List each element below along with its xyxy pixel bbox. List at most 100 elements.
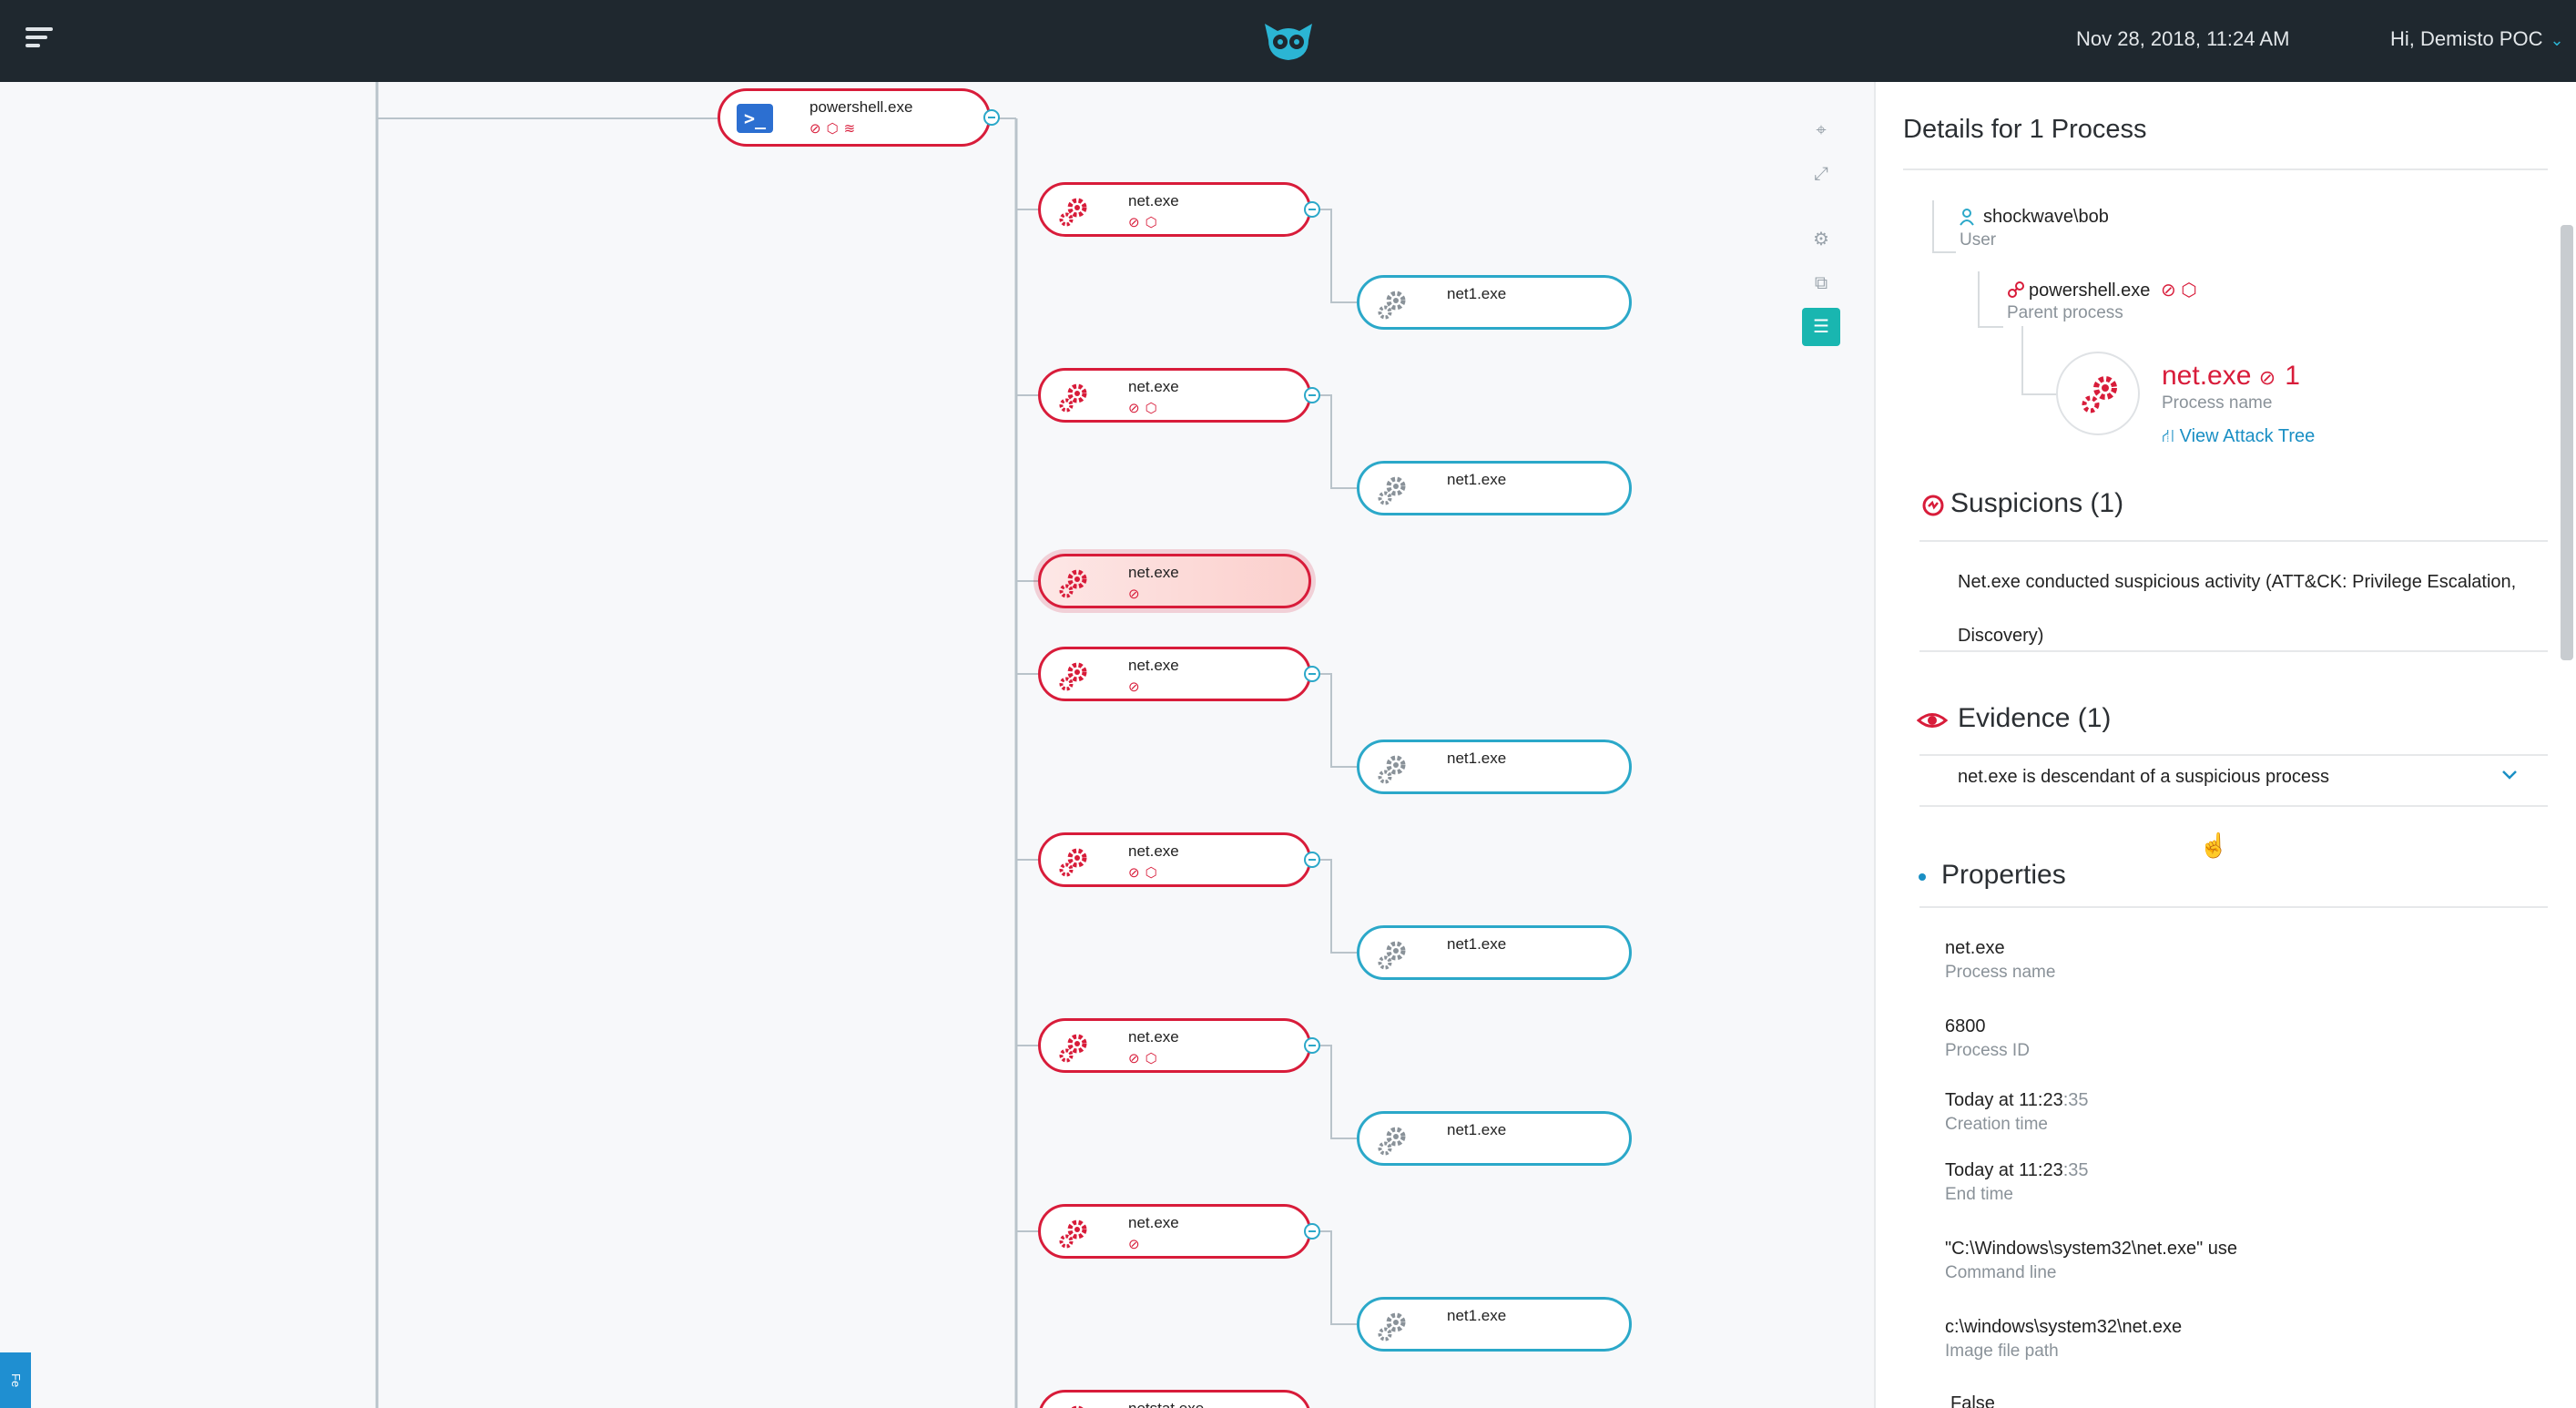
focus-icon[interactable]: ⌖: [1802, 111, 1840, 149]
gear-icon: [1059, 569, 1087, 598]
expand-icon[interactable]: ⤢: [1802, 155, 1840, 193]
property-value: False: [1950, 1393, 1995, 1408]
child-process-node-7[interactable]: net1.exe: [1357, 1297, 1632, 1352]
hamburger-menu-icon[interactable]: [25, 27, 55, 55]
eye-icon: [1917, 713, 1948, 728]
process-node-5[interactable]: net.exe ⊘⬡: [1038, 832, 1311, 887]
user-menu[interactable]: Hi, Demisto POC ⌄: [2390, 27, 2564, 51]
node-label: net1.exe: [1447, 1307, 1507, 1324]
process-name: net.exe: [2162, 361, 2252, 391]
compare-icon[interactable]: ⧉: [1802, 264, 1840, 302]
tree-icon: ⛙: [2162, 426, 2175, 446]
evidence-title[interactable]: Evidence (1): [1958, 703, 2111, 734]
suspicions-title[interactable]: Suspicions (1): [1950, 488, 2123, 519]
process-node-8[interactable]: netstat.exe: [1038, 1390, 1311, 1408]
node-badges: ⊘⬡: [1128, 1051, 1163, 1066]
view-attack-tree-link[interactable]: ⛙ View Attack Tree: [2162, 426, 2315, 449]
gear-icon: [1378, 1312, 1406, 1342]
user-name-value: shockwave\bob: [1983, 207, 2109, 227]
divider: [1919, 754, 2548, 756]
tree-connector: [2021, 326, 2058, 395]
property-value: "C:\Windows\system32\net.exe" use: [1945, 1239, 2237, 1260]
feedback-tab[interactable]: Fe: [0, 1352, 31, 1408]
divider: [1919, 906, 2548, 908]
powershell-icon: >_: [737, 104, 773, 133]
process-node-2[interactable]: net.exe ⊘⬡: [1038, 368, 1311, 423]
property-value-seconds: :35: [2062, 1090, 2089, 1110]
gear-icon: [2082, 376, 2117, 413]
property-label: Creation time: [1945, 1115, 2048, 1134]
node-badges: ⊘⬡≋: [809, 121, 861, 137]
process-node-7[interactable]: net.exe ⊘: [1038, 1204, 1311, 1259]
property-value-text: Today at 11:23: [1945, 1160, 2063, 1180]
scrollbar[interactable]: [2561, 225, 2573, 660]
process-node-1[interactable]: net.exe ⊘⬡: [1038, 182, 1311, 237]
gear-icon: [1059, 1034, 1087, 1063]
property-value-text: "C:\Windows\system32\net.exe" use: [1945, 1239, 2237, 1259]
parent-process-name: powershell.exe: [2029, 281, 2151, 301]
collapse-toggle-icon[interactable]: [1304, 666, 1320, 682]
suspicion-line-1: Net.exe conducted suspicious activity (A…: [1958, 572, 2517, 592]
collapse-toggle-icon[interactable]: [1304, 201, 1320, 218]
suspicion-icon: [1922, 495, 1944, 516]
collapse-toggle-icon[interactable]: [1304, 1037, 1320, 1054]
owl-logo-icon[interactable]: [1261, 18, 1316, 64]
details-panel: Details for 1 Process shockwave\bob User…: [1874, 82, 2576, 1408]
property-value-seconds: :35: [2062, 1160, 2089, 1180]
parent-process-value[interactable]: powershell.exe ⊘ ⬡: [2029, 279, 2197, 301]
tree-connector: [1932, 200, 1956, 253]
divider: [1919, 650, 2548, 652]
collapse-toggle-icon[interactable]: [1304, 1223, 1320, 1240]
process-node-4[interactable]: net.exe ⊘: [1038, 647, 1311, 701]
collapse-toggle-icon[interactable]: [1304, 852, 1320, 868]
settings-icon[interactable]: ⚙: [1802, 220, 1840, 259]
node-badges: ⊘: [1128, 1237, 1145, 1252]
chevron-down-icon[interactable]: [2499, 763, 2520, 785]
node-label: net.exe: [1128, 842, 1179, 860]
list-icon[interactable]: ☰: [1802, 308, 1840, 346]
collapse-toggle-icon[interactable]: [983, 109, 1000, 126]
node-label: net.exe: [1128, 378, 1179, 395]
divider: [1919, 540, 2548, 542]
chevron-down-icon: ⌄: [2550, 31, 2564, 49]
node-label: net1.exe: [1447, 1121, 1507, 1138]
node-badges: ⊘⬡: [1128, 865, 1163, 881]
parent-badges: ⊘ ⬡: [2160, 281, 2197, 301]
properties-title[interactable]: Properties: [1941, 860, 2066, 891]
property-value: 6800: [1945, 1016, 1986, 1037]
suspicion-icon: ⊘: [2258, 366, 2276, 389]
child-process-node-5[interactable]: net1.exe: [1357, 925, 1632, 980]
node-badges: ⊘⬡: [1128, 401, 1163, 416]
process-node-3[interactable]: net.exe ⊘: [1038, 554, 1311, 608]
top-bar: Nov 28, 2018, 11:24 AM Hi, Demisto POC ⌄: [0, 0, 2576, 82]
property-value: Today at 11:23:35: [1945, 1160, 2089, 1181]
process-node-powershell[interactable]: >_ powershell.exe ⊘⬡≋: [718, 88, 991, 147]
property-label: Command line: [1945, 1263, 2057, 1282]
property-value: c:\windows\system32\net.exe: [1945, 1317, 2182, 1338]
child-process-node-2[interactable]: net1.exe: [1357, 461, 1632, 515]
process-node-6[interactable]: net.exe ⊘⬡: [1038, 1018, 1311, 1073]
gear-icon: [1378, 476, 1406, 505]
gear-icon: [1378, 1127, 1406, 1156]
collapse-toggle-icon[interactable]: [1304, 387, 1320, 403]
link-icon: [2008, 281, 2024, 298]
divider: [1919, 805, 2548, 807]
gear-icon: [1059, 198, 1087, 227]
child-process-node-6[interactable]: net1.exe: [1357, 1111, 1632, 1166]
user-name: Hi, Demisto POC: [2390, 27, 2543, 50]
node-label: net.exe: [1128, 1028, 1179, 1046]
gear-icon: [1378, 755, 1406, 784]
child-process-node-4[interactable]: net1.exe: [1357, 740, 1632, 794]
property-value-text: Today at 11:23: [1945, 1090, 2063, 1110]
node-label: net1.exe: [1447, 750, 1507, 767]
evidence-item[interactable]: net.exe is descendant of a suspicious pr…: [1958, 767, 2329, 788]
parent-process-label: Parent process: [2007, 303, 2123, 322]
bullet-icon: [1919, 873, 1926, 881]
node-label: net1.exe: [1447, 285, 1507, 302]
property-label: Process name: [1945, 963, 2056, 982]
process-graph-canvas[interactable]: >_ powershell.exe ⊘⬡≋ net.exe ⊘⬡ net1.exe n…: [0, 82, 1874, 1408]
node-badges: ⊘: [1128, 679, 1145, 695]
child-process-node-1[interactable]: net1.exe: [1357, 275, 1632, 330]
hand-cursor-icon: ☝: [2199, 832, 2229, 859]
view-attack-tree-label: View Attack Tree: [2179, 426, 2316, 446]
